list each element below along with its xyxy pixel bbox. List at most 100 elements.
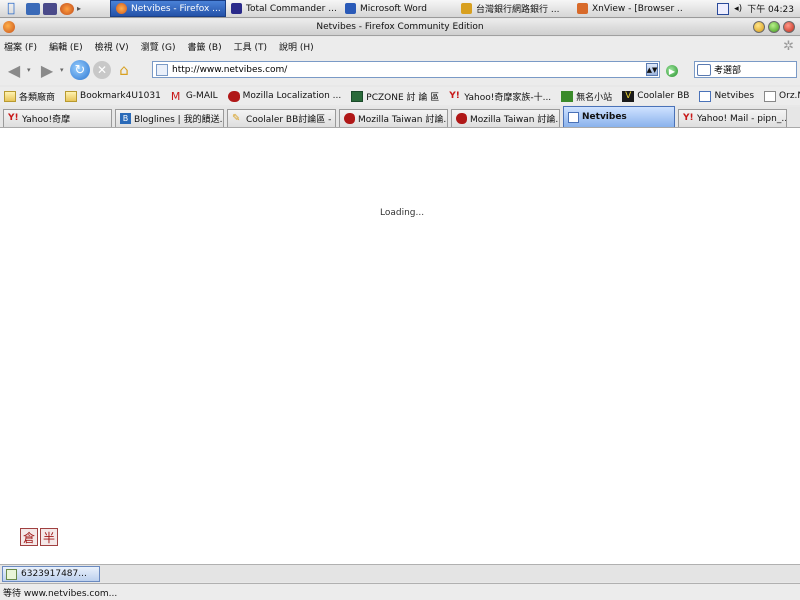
floppy-disk-icon xyxy=(231,3,242,14)
yahoo-icon: Y! xyxy=(8,113,19,123)
tab-bloglines[interactable]: B Bloglines | 我的饋送... xyxy=(115,109,224,127)
firefox-launch-icon[interactable] xyxy=(60,2,74,15)
taskbar-item-word[interactable]: Microsoft Word xyxy=(340,0,456,17)
menu-view[interactable]: 檢視 (V) xyxy=(95,40,129,53)
clock[interactable]: 下午 04:23 xyxy=(747,2,794,15)
gmail-icon: M xyxy=(170,89,181,103)
bookmark-item[interactable]: Mozilla Localization ... xyxy=(227,90,341,102)
wretch-icon xyxy=(561,90,574,102)
download-item[interactable]: 6323917487... xyxy=(2,566,100,582)
bookmark-item[interactable]: V Coolaler BB xyxy=(622,90,689,102)
taskbar-item-xnview[interactable]: XnView - [Browser ... xyxy=(572,0,682,17)
taskbar-item-label: Microsoft Word xyxy=(360,3,427,14)
desktop-icon[interactable] xyxy=(26,2,40,15)
search-engine-icon[interactable] xyxy=(697,63,711,76)
menu-help[interactable]: 說明 (H) xyxy=(279,40,314,53)
bookmark-item[interactable]: Netvibes xyxy=(699,90,754,102)
xnview-icon xyxy=(577,3,588,14)
system-tray: ◂) 下午 04:23 xyxy=(717,2,800,15)
mozilla-icon xyxy=(456,113,467,124)
taskbar-item-total-commander[interactable]: Total Commander ... xyxy=(226,0,340,17)
loading-text: Loading... xyxy=(380,208,425,218)
web-page-icon xyxy=(461,3,472,14)
status-bar: 等待 www.netvibes.com... xyxy=(0,583,800,600)
minimize-button[interactable] xyxy=(753,21,765,33)
url-bar[interactable]: ▲▼ xyxy=(152,61,660,78)
reload-button[interactable]: ↻ xyxy=(70,60,90,80)
volume-icon[interactable]: ◂) xyxy=(734,4,742,14)
menu-file[interactable]: 檔案 (F) xyxy=(4,40,37,53)
bookmark-item[interactable]: 各類廠商 xyxy=(4,90,55,103)
ime-mode-button[interactable]: 倉 xyxy=(20,528,38,546)
menu-go[interactable]: 瀏覽 (G) xyxy=(141,40,176,53)
bookmarks-toolbar: 各類廠商 Bookmark4U1031 M G-MAIL Mozilla Loca… xyxy=(0,87,800,105)
go-button[interactable]: ▶ xyxy=(666,65,678,77)
yahoo-icon: Y! xyxy=(683,113,694,123)
forward-dropdown-icon[interactable]: ▾ xyxy=(60,66,67,74)
menu-edit[interactable]: 編輯 (E) xyxy=(49,40,83,53)
ime-indicator: 倉 半 xyxy=(20,528,58,546)
bookmark-item[interactable]: 無名小站 xyxy=(561,90,612,103)
bookmark-item[interactable]: Orz.NET xyxy=(764,90,800,102)
tab-label: Yahoo! Mail - pipn_... xyxy=(697,113,787,124)
back-dropdown-icon[interactable]: ▾ xyxy=(27,66,34,74)
window-controls xyxy=(753,21,795,33)
taskbar-item-label: Netvibes - Firefox ... xyxy=(131,3,221,14)
tab-yahoo-mail[interactable]: Y! Yahoo! Mail - pipn_... xyxy=(678,109,787,127)
pczone-icon xyxy=(351,90,364,102)
taskbar-item-label: 台灣銀行網路銀行 ... xyxy=(476,5,560,15)
ime-width-button[interactable]: 半 xyxy=(40,528,58,546)
taskbar-item-firefox[interactable]: Netvibes - Firefox ... xyxy=(110,0,226,17)
home-button[interactable]: ⌂ xyxy=(114,60,134,80)
taskbar-item-label: Total Commander ... xyxy=(246,3,337,14)
taskbar-item-bank[interactable]: 台灣銀行網路銀行 ... xyxy=(456,0,572,17)
tab-netvibes[interactable]: Netvibes xyxy=(563,106,675,127)
stop-button[interactable]: ✕ xyxy=(93,61,111,79)
tab-label: Yahoo!奇摩 xyxy=(22,115,71,125)
tab-mozilla-taiwan-2[interactable]: Mozilla Taiwan 討論... xyxy=(451,109,560,127)
tab-mozilla-taiwan-1[interactable]: Mozilla Taiwan 討論... xyxy=(339,109,448,127)
folder-icon xyxy=(4,90,16,102)
window-title: Netvibes - Firefox Community Edition xyxy=(316,22,484,32)
tab-bar: Y! Yahoo!奇摩 B Bloglines | 我的饋送... ✎ Cool… xyxy=(0,106,800,128)
taskbar-item-label: XnView - [Browser ... xyxy=(592,3,682,14)
page-content: Loading... 倉 半 xyxy=(0,128,800,564)
quick-launch: ▸ xyxy=(22,2,110,15)
bookmark-item[interactable]: Y! Yahoo!奇摩家族-十... xyxy=(449,90,551,103)
search-bar[interactable] xyxy=(694,61,797,78)
back-button[interactable]: ◀ xyxy=(4,60,24,80)
firefox-icon xyxy=(116,3,127,14)
media-icon[interactable] xyxy=(43,2,57,15)
download-bar: 6323917487... xyxy=(0,564,800,582)
arrow-right-icon[interactable]: ▸ xyxy=(77,4,81,13)
forward-button[interactable]: ▶ xyxy=(37,60,57,80)
apple-menu-icon[interactable]:  xyxy=(0,0,22,18)
word-icon xyxy=(345,3,356,14)
ime-tray-icon[interactable] xyxy=(717,2,730,15)
window-title-bar[interactable]: Netvibes - Firefox Community Edition xyxy=(0,19,800,36)
bookmark-item[interactable]: PCZONE 討 論 區 xyxy=(351,90,439,103)
firefox-window-icon[interactable] xyxy=(3,21,15,33)
tab-label: Bloglines | 我的饋送... xyxy=(134,115,224,125)
tab-yahoo[interactable]: Y! Yahoo!奇摩 xyxy=(3,109,112,127)
bookmark-item[interactable]: Bookmark4U1031 xyxy=(65,90,161,102)
netvibes-icon xyxy=(568,111,579,123)
bookmark-item[interactable]: M G-MAIL xyxy=(171,91,218,102)
menu-bookmarks[interactable]: 書籤 (B) xyxy=(188,40,222,53)
menu-tools[interactable]: 工具 (T) xyxy=(234,40,267,53)
netvibes-icon xyxy=(699,90,712,102)
search-input[interactable] xyxy=(714,64,794,75)
tab-label: Netvibes xyxy=(582,112,627,122)
url-input[interactable] xyxy=(172,64,646,75)
tab-label: Mozilla Taiwan 討論... xyxy=(470,115,560,125)
url-dropdown-button[interactable]: ▲▼ xyxy=(646,63,658,76)
close-button[interactable] xyxy=(783,21,795,33)
menu-bar: 檔案 (F) 編輯 (E) 檢視 (V) 瀏覽 (G) 書籤 (B) 工具 (T… xyxy=(0,37,800,55)
status-text: 等待 www.netvibes.com... xyxy=(3,588,118,599)
coolaler-icon: V xyxy=(622,90,635,102)
maximize-button[interactable] xyxy=(768,21,780,33)
navigation-toolbar: ◀ ▾ ▶ ▾ ↻ ✕ ⌂ ▲▼ ▶ xyxy=(0,55,800,85)
yahoo-icon: Y! xyxy=(449,90,460,101)
tab-coolaler[interactable]: ✎ Coolaler BB討論區 - ... xyxy=(227,109,336,127)
os-taskbar:  ▸ Netvibes - Firefox ... Total Command… xyxy=(0,0,800,18)
